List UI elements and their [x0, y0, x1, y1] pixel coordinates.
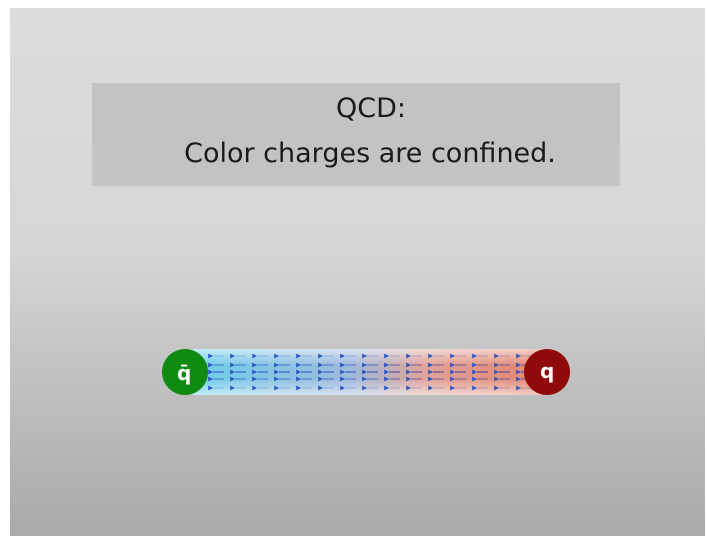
antiquark-label: q̄ — [177, 361, 191, 385]
quark-label: q — [540, 359, 554, 383]
quark: q — [524, 349, 570, 395]
antiquark: q̄ — [162, 349, 208, 395]
slide: QCD: Color charges are confined. q̄ q — [10, 8, 705, 536]
confinement-diagram: q̄ q — [162, 349, 570, 395]
flux-tube — [188, 349, 548, 395]
